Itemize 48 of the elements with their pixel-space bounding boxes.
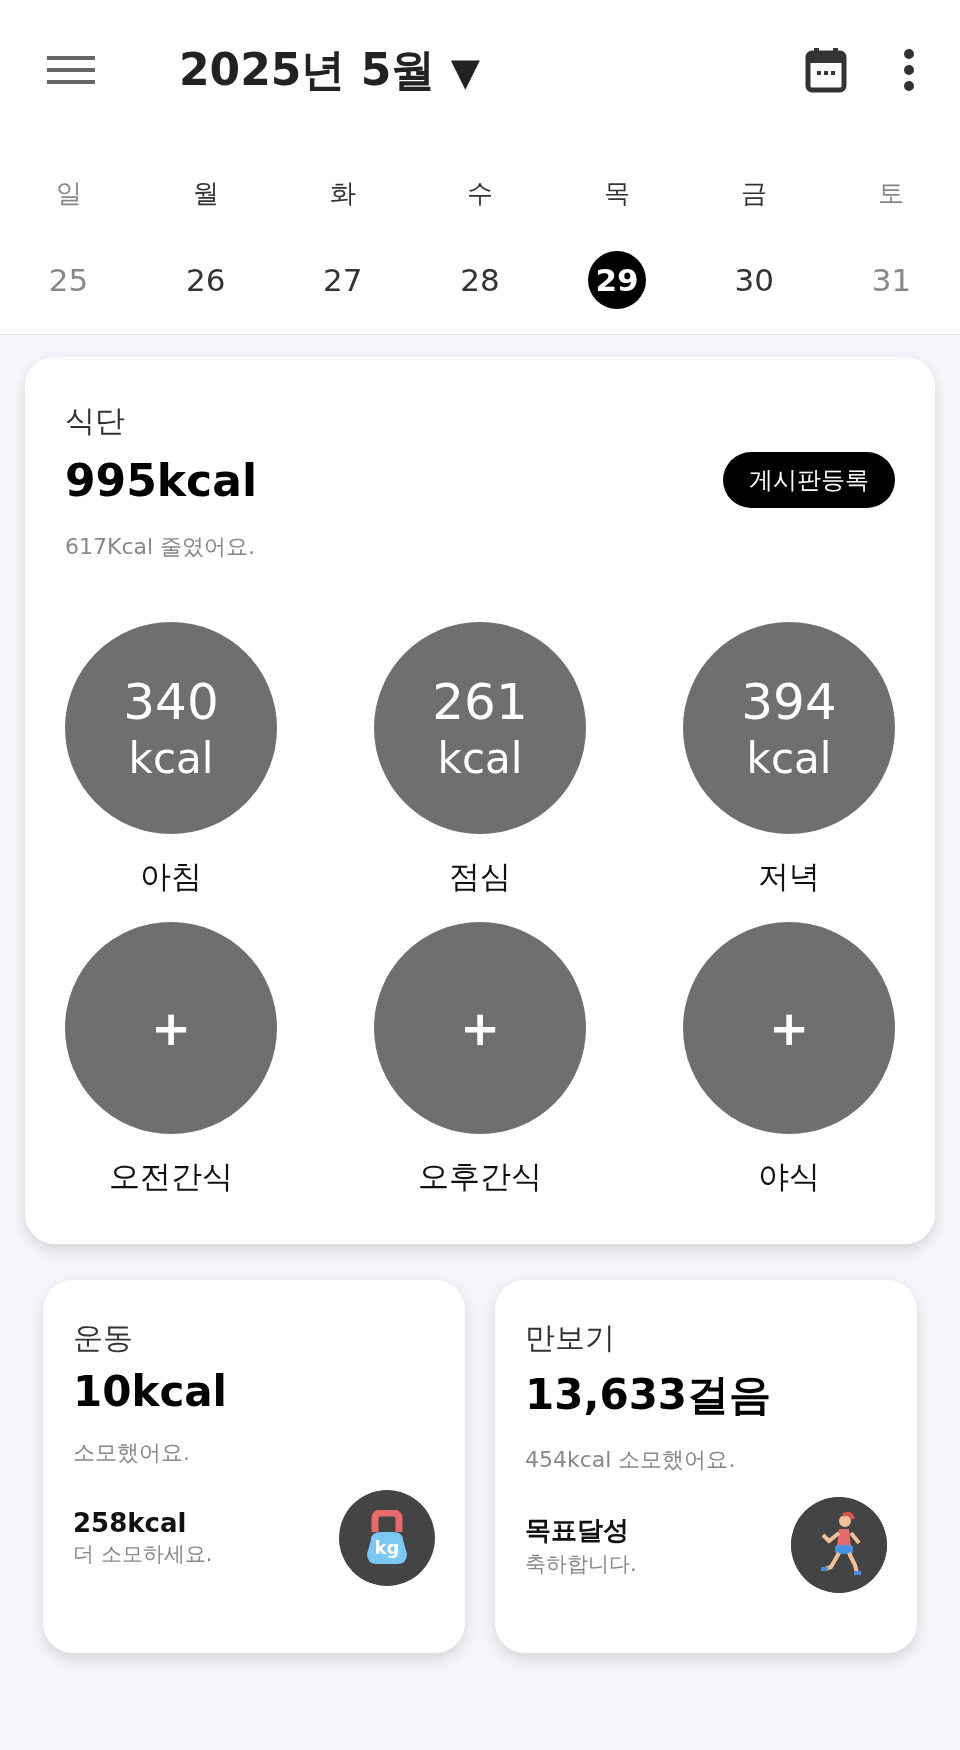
date-button[interactable]: 25: [39, 251, 98, 309]
meal-label: 야식: [758, 1157, 820, 1196]
date-button[interactable]: 31: [862, 251, 921, 309]
card-value: 13,633걸음: [525, 1369, 773, 1421]
post-button[interactable]: 게시판등록: [723, 452, 895, 508]
meal-calorie-button[interactable]: 261 kcal: [374, 622, 586, 834]
meal-label: 아침: [140, 857, 202, 896]
weekday-label: 화: [329, 177, 356, 210]
date-button[interactable]: 28: [451, 251, 509, 309]
meal-label: 오전간식: [109, 1157, 233, 1196]
exercise-card[interactable]: 운동 10kcal 소모했어요. 258kcal 더 소모하세요. kg: [43, 1280, 465, 1653]
month-selector[interactable]: 2025년 5월 ▼: [179, 40, 480, 100]
pedometer-card[interactable]: 만보기 13,633걸음 454kcal 소모했어요. 목표달성 축하합니다.: [495, 1280, 917, 1653]
add-meal-button[interactable]: +: [683, 922, 895, 1134]
weekday-label: 월: [192, 177, 219, 210]
meal-label: 점심: [449, 857, 511, 896]
weekday-label: 목: [604, 177, 631, 210]
calorie-note: 617Kcal 줄였어요.: [65, 533, 257, 561]
add-meal-button[interactable]: +: [374, 922, 586, 1134]
card-title: 운동: [73, 1319, 134, 1357]
weekday-label: 수: [467, 177, 493, 210]
card-title: 만보기: [525, 1319, 616, 1357]
date-button[interactable]: 29: [588, 251, 647, 309]
goal-note: 더 소모하세요.: [73, 1541, 213, 1568]
meal-calorie-button[interactable]: 394 kcal: [683, 622, 895, 834]
menu-icon[interactable]: [47, 54, 95, 86]
weekday-label: 금: [741, 177, 768, 210]
card-note: 454kcal 소모했어요.: [525, 1446, 737, 1474]
weekday-label: 토: [878, 177, 905, 210]
meal-label: 저녁: [758, 857, 820, 896]
meal-label: 오후간식: [418, 1157, 542, 1196]
goal-text: 목표달성: [525, 1513, 630, 1547]
meal-calorie-button[interactable]: 340 kcal: [65, 622, 277, 834]
goal-note: 축하합니다.: [525, 1550, 637, 1578]
calorie-total: 995kcal: [65, 454, 257, 506]
date-button[interactable]: 26: [176, 251, 235, 309]
kettlebell-icon: kg: [339, 1490, 435, 1586]
goal-text: 258kcal: [73, 1508, 188, 1538]
add-meal-button[interactable]: +: [65, 922, 277, 1134]
date-button[interactable]: 30: [725, 251, 784, 309]
calendar-icon[interactable]: [805, 47, 847, 93]
card-note: 소모했어요.: [73, 1439, 191, 1467]
runner-icon: [791, 1497, 887, 1593]
weekday-label: 일: [55, 177, 82, 210]
card-title: 식단: [65, 402, 126, 440]
more-options-icon[interactable]: [903, 48, 915, 92]
date-button[interactable]: 27: [313, 251, 372, 309]
card-value: 10kcal: [73, 1367, 228, 1416]
